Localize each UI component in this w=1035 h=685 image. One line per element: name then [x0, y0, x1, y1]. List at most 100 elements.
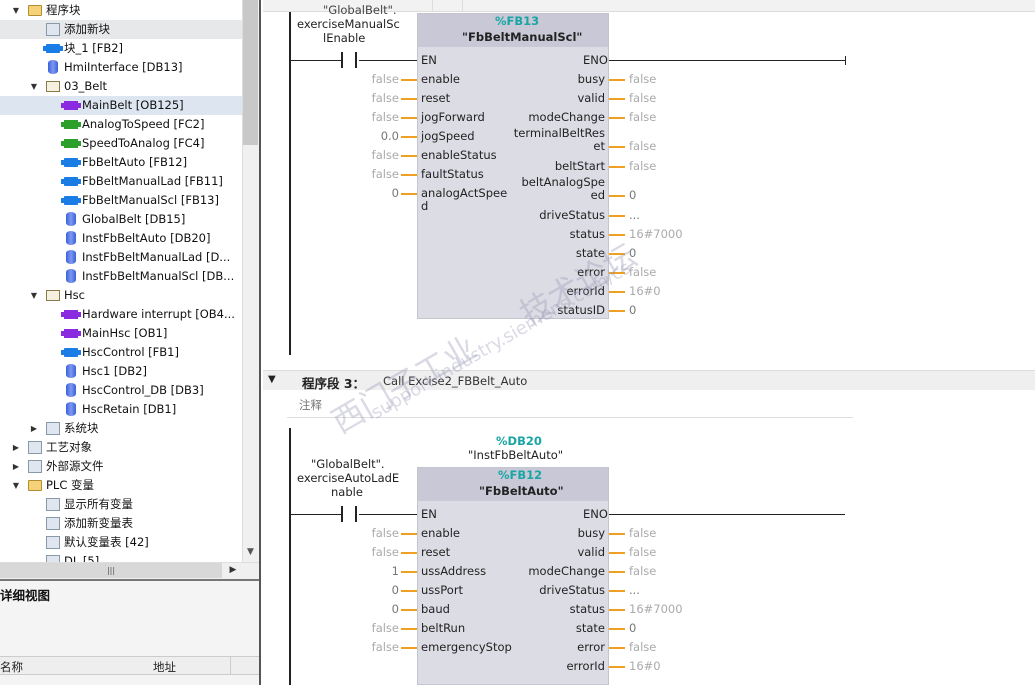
output-param-name: errorId	[566, 659, 605, 673]
tree-item-label: 03_Belt	[64, 79, 108, 93]
tree-item[interactable]: FbBeltManualLad [FB11]	[0, 172, 242, 191]
tree-item[interactable]: 块_1 [FB2]	[0, 39, 242, 58]
input-actual-value[interactable]: 0.0	[381, 130, 399, 143]
rung-end	[845, 56, 846, 65]
tree-item[interactable]: ▼ PLC 变量	[0, 476, 242, 495]
input-actual-value[interactable]: false	[372, 73, 399, 86]
tree-item[interactable]: HmiInterface [DB13]	[0, 58, 242, 77]
tree-item[interactable]: DL [5]	[0, 552, 242, 562]
collapse-arrow-icon[interactable]: ▼	[28, 77, 40, 96]
network-3-comment-box[interactable]: 注释	[287, 392, 853, 418]
output-actual-value[interactable]: ...	[629, 584, 640, 597]
tree-item[interactable]: ▼ Hsc	[0, 286, 242, 305]
tree-item[interactable]: MainHsc [OB1]	[0, 324, 242, 343]
tree-item[interactable]: FbBeltAuto [FB12]	[0, 153, 242, 172]
tree-item[interactable]: MainBelt [OB125]	[0, 96, 242, 115]
collapse-icon[interactable]: ▼	[268, 374, 276, 385]
no-contact-n3[interactable]	[341, 506, 357, 522]
output-actual-value[interactable]: ...	[629, 209, 640, 222]
fb13-name[interactable]: "FbBeltManualScl"	[462, 31, 582, 44]
tree-item[interactable]: HscControl [FB1]	[0, 343, 242, 362]
input-actual-value[interactable]: 0	[392, 603, 399, 616]
tree-item[interactable]: ▶ 系统块	[0, 419, 242, 438]
output-actual-value[interactable]: false	[629, 140, 656, 153]
db-icon	[66, 269, 76, 283]
tree-item[interactable]: ▶ 工艺对象	[0, 438, 242, 457]
network-3-header[interactable]: ▼ 程序段 3： Call Excise2_FBBelt_Auto	[263, 370, 1035, 391]
output-actual-value[interactable]: false	[629, 527, 656, 540]
input-param-name: enableStatus	[421, 148, 497, 162]
tree-item[interactable]: Hsc1 [DB2]	[0, 362, 242, 381]
tree-item[interactable]: ▼ 程序块	[0, 1, 242, 20]
tree-item[interactable]: 默认变量表 [42]	[0, 533, 242, 552]
collapse-arrow-icon[interactable]: ▼	[28, 286, 40, 305]
input-actual-value[interactable]: false	[372, 92, 399, 105]
scroll-right-icon[interactable]: ▶	[224, 562, 242, 579]
expand-arrow-icon[interactable]: ▶	[28, 419, 40, 438]
tree-item[interactable]: 显示所有变量	[0, 495, 242, 514]
output-actual-value[interactable]: false	[629, 546, 656, 559]
column-header-name[interactable]: 名称	[0, 659, 23, 675]
tree-item[interactable]: ▼ 03_Belt	[0, 77, 242, 96]
output-actual-value[interactable]: 16#0	[629, 285, 661, 298]
tag-table-icon	[46, 555, 60, 562]
output-actual-value[interactable]: false	[629, 92, 656, 105]
network-3-title-text[interactable]: Call Excise2_FBBelt_Auto	[383, 374, 527, 388]
input-actual-value[interactable]: false	[372, 168, 399, 181]
tree-item[interactable]: AnalogToSpeed [FC2]	[0, 115, 242, 134]
tree-item[interactable]: Hardware interrupt [OB4...	[0, 305, 242, 324]
output-actual-value[interactable]: false	[629, 111, 656, 124]
tree-item[interactable]: InstFbBeltManualLad [D...	[0, 248, 242, 267]
output-actual-value[interactable]: 0	[629, 247, 636, 260]
output-actual-value[interactable]: 0	[629, 304, 636, 317]
scroll-down-icon[interactable]: ▼	[242, 543, 259, 561]
tree-item[interactable]: 添加新块	[0, 20, 242, 39]
tree-item[interactable]: HscControl_DB [DB3]	[0, 381, 242, 400]
output-actual-value[interactable]: 16#0	[629, 660, 661, 673]
collapse-arrow-icon[interactable]: ▼	[10, 476, 22, 495]
input-actual-value[interactable]: false	[372, 149, 399, 162]
output-actual-value[interactable]: 0	[629, 622, 636, 635]
output-pin-wire	[609, 272, 625, 274]
tree-vertical-scroll-thumb[interactable]	[243, 0, 258, 145]
tree-item[interactable]: GlobalBelt [DB15]	[0, 210, 242, 229]
input-actual-value[interactable]: 0	[392, 584, 399, 597]
no-contact-n2[interactable]	[341, 52, 357, 68]
input-actual-value[interactable]: false	[372, 527, 399, 540]
tree-item[interactable]: FbBeltManualScl [FB13]	[0, 191, 242, 210]
output-actual-value[interactable]: false	[629, 266, 656, 279]
tree-item[interactable]: HscRetain [DB1]	[0, 400, 242, 419]
expand-arrow-icon[interactable]: ▶	[10, 457, 22, 476]
input-actual-value[interactable]: 1	[392, 565, 399, 578]
input-actual-value[interactable]: false	[372, 111, 399, 124]
fb12-name[interactable]: "FbBeltAuto"	[479, 485, 564, 498]
output-actual-value[interactable]: 16#7000	[629, 603, 683, 616]
tree-item[interactable]: SpeedToAnalog [FC4]	[0, 134, 242, 153]
tree-item[interactable]: 添加新变量表	[0, 514, 242, 533]
output-actual-value[interactable]: false	[629, 73, 656, 86]
output-param-name: status	[569, 227, 605, 241]
output-actual-value[interactable]: 0	[629, 189, 636, 202]
output-param-name: driveStatus	[539, 208, 605, 222]
output-pin-wire	[609, 234, 625, 236]
column-header-address[interactable]: 地址	[153, 659, 176, 675]
output-actual-value[interactable]: false	[629, 160, 656, 173]
tree-horizontal-scroll-thumb[interactable]: |||	[0, 563, 222, 578]
output-actual-value[interactable]: false	[629, 565, 656, 578]
tree-item-label: 外部源文件	[46, 459, 104, 473]
input-actual-value[interactable]: false	[372, 641, 399, 654]
db20-name[interactable]: "InstFbBeltAuto"	[468, 449, 563, 462]
collapse-arrow-icon[interactable]: ▼	[10, 1, 22, 20]
output-actual-value[interactable]: false	[629, 641, 656, 654]
tree-item[interactable]: InstFbBeltAuto [DB20]	[0, 229, 242, 248]
input-pin-wire	[401, 590, 417, 592]
ob-icon	[61, 101, 81, 110]
input-actual-value[interactable]: false	[372, 622, 399, 635]
input-actual-value[interactable]: false	[372, 546, 399, 559]
tree-item[interactable]: ▶ 外部源文件	[0, 457, 242, 476]
tree-item[interactable]: InstFbBeltManualScl [DB...	[0, 267, 242, 286]
output-actual-value[interactable]: 16#7000	[629, 228, 683, 241]
tree-item-label: 程序块	[46, 3, 81, 17]
expand-arrow-icon[interactable]: ▶	[10, 438, 22, 457]
input-actual-value[interactable]: 0	[392, 187, 399, 200]
